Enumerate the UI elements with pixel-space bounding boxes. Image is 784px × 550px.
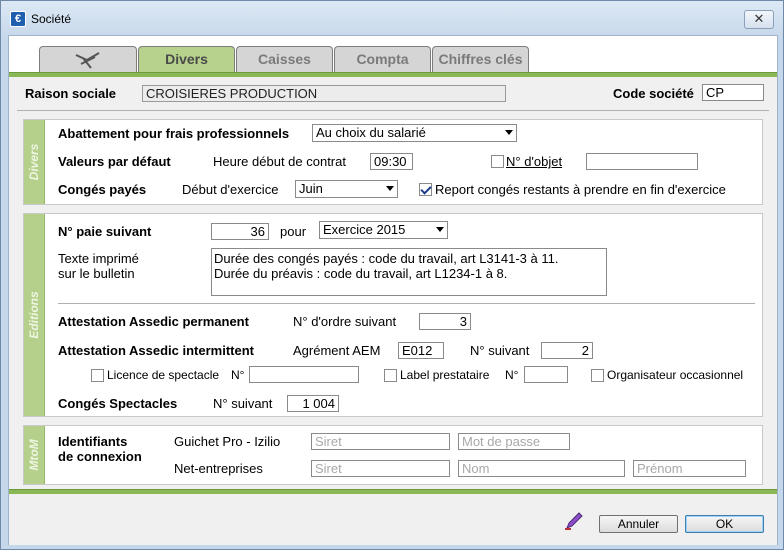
label-prestataire-label: Label prestataire xyxy=(400,368,490,382)
organisateur-label: Organisateur occasionnel xyxy=(607,368,744,382)
guichet-password-field[interactable]: Mot de passe xyxy=(458,433,570,450)
objet-field[interactable] xyxy=(586,153,698,170)
paie-suivant-field[interactable]: 36 xyxy=(211,223,269,240)
tab-divers[interactable]: Divers xyxy=(138,46,235,73)
divers-section: Divers Abattement pour frais professionn… xyxy=(23,119,763,205)
debut-exercice-label: Début d'exercice xyxy=(182,182,279,197)
debut-exercice-select[interactable]: Juin xyxy=(295,180,398,198)
licence-no-field[interactable] xyxy=(249,366,359,383)
net-entreprises-label: Net-entreprises xyxy=(174,461,263,476)
raison-sociale-field[interactable]: CROISIERES PRODUCTION xyxy=(142,85,506,102)
abattement-label: Abattement pour frais professionnels xyxy=(58,126,290,141)
objet-checkbox[interactable] xyxy=(491,155,504,168)
dialog-content: Divers Caisses Compta Chiffres clés Rais… xyxy=(8,35,778,545)
organisateur-checkbox[interactable] xyxy=(591,369,604,382)
identifiants-label-1: Identifiants xyxy=(58,434,128,449)
ok-button[interactable]: OK xyxy=(685,515,764,533)
mtom-section: MtoM Identifiants de connexion Guichet P… xyxy=(23,425,763,485)
suivant-field[interactable]: 2 xyxy=(541,342,593,359)
pen-icon[interactable] xyxy=(563,509,585,531)
net-siret-field[interactable]: Siret xyxy=(311,460,450,477)
assedic-permanent-label: Attestation Assedic permanent xyxy=(58,314,249,329)
code-societe-label: Code société xyxy=(613,86,694,101)
ordre-suivant-field[interactable]: 3 xyxy=(419,313,471,330)
tab-aircraft[interactable] xyxy=(39,46,137,72)
mtom-section-label: MtoM xyxy=(24,426,45,484)
dialog-window: € Société ✕ Divers Caisses Compta Chiffr… xyxy=(0,0,784,550)
texte-imprime-label-2: sur le bulletin xyxy=(58,266,135,281)
label-prestataire-checkbox[interactable] xyxy=(384,369,397,382)
close-button[interactable]: ✕ xyxy=(744,10,774,29)
texte-bulletin-textarea[interactable]: Durée des congés payés : code du travail… xyxy=(211,248,607,296)
licence-spectacle-label: Licence de spectacle xyxy=(107,368,220,382)
form-area: Raison sociale CROISIERES PRODUCTION Cod… xyxy=(9,77,777,489)
licence-no-label: N° xyxy=(231,368,245,382)
texte-line-2: Durée du préavis : code du travail, art … xyxy=(214,266,508,281)
editions-divider xyxy=(58,303,755,304)
texte-imprime-label-1: Texte imprimé xyxy=(58,251,139,266)
label-no-label: N° xyxy=(505,368,519,382)
tab-compta[interactable]: Compta xyxy=(334,46,431,72)
agrement-aem-field[interactable]: E012 xyxy=(398,342,444,359)
title-bar: € Société ✕ xyxy=(1,1,783,35)
chevron-down-icon xyxy=(386,186,394,191)
editions-section: Editions N° paie suivant 36 pour Exercic… xyxy=(23,213,763,417)
licence-spectacle-checkbox[interactable] xyxy=(91,369,104,382)
paie-suivant-label: N° paie suivant xyxy=(58,224,152,239)
heure-debut-field[interactable]: 09:30 xyxy=(370,153,413,170)
suivant-label: N° suivant xyxy=(470,343,530,358)
valeurs-defaut-label: Valeurs par défaut xyxy=(58,154,171,169)
raison-sociale-label: Raison sociale xyxy=(25,86,117,101)
heure-debut-label: Heure début de contrat xyxy=(213,154,346,169)
divers-section-label: Divers xyxy=(24,120,45,204)
abattement-select[interactable]: Au choix du salarié xyxy=(312,124,517,142)
assedic-intermittent-label: Attestation Assedic intermittent xyxy=(58,343,254,358)
footer-bar: Annuler OK xyxy=(9,489,777,545)
code-societe-field[interactable]: CP xyxy=(702,84,764,101)
cancel-button[interactable]: Annuler xyxy=(599,515,678,533)
footer-line xyxy=(9,489,777,494)
chevron-down-icon xyxy=(436,227,444,232)
ordre-suivant-label: N° d'ordre suivant xyxy=(293,314,397,329)
texte-line-1: Durée des congés payés : code du travail… xyxy=(214,251,559,266)
guichet-pro-label: Guichet Pro - Izilio xyxy=(174,434,281,449)
net-nom-field[interactable]: Nom xyxy=(458,460,625,477)
chevron-down-icon xyxy=(505,130,513,135)
exercice-select[interactable]: Exercice 2015 xyxy=(319,221,448,239)
aircraft-icon xyxy=(75,52,100,69)
label-no-field[interactable] xyxy=(524,366,568,383)
spect-suivant-field[interactable]: 1 004 xyxy=(287,395,339,412)
tab-chiffres-cles[interactable]: Chiffres clés xyxy=(432,46,529,72)
app-icon: € xyxy=(10,11,26,27)
tab-strip: Divers Caisses Compta Chiffres clés xyxy=(9,36,777,77)
conges-payes-label: Congés payés xyxy=(58,182,147,197)
editions-section-label: Editions xyxy=(24,214,45,416)
pour-label: pour xyxy=(280,224,307,239)
spect-suivant-label: N° suivant xyxy=(213,396,273,411)
report-conges-checkbox[interactable] xyxy=(419,183,432,196)
header-divider xyxy=(17,110,769,111)
agrement-aem-label: Agrément AEM xyxy=(293,343,381,358)
identifiants-label-2: de connexion xyxy=(58,449,142,464)
window-title: Société xyxy=(31,12,72,26)
net-prenom-field[interactable]: Prénom xyxy=(633,460,746,477)
guichet-siret-field[interactable]: Siret xyxy=(311,433,450,450)
conges-spectacles-label: Congés Spectacles xyxy=(58,396,178,411)
tab-caisses[interactable]: Caisses xyxy=(236,46,333,72)
objet-link[interactable]: N° d'objet xyxy=(506,154,562,169)
report-conges-label: Report congés restants à prendre en fin … xyxy=(435,182,726,197)
